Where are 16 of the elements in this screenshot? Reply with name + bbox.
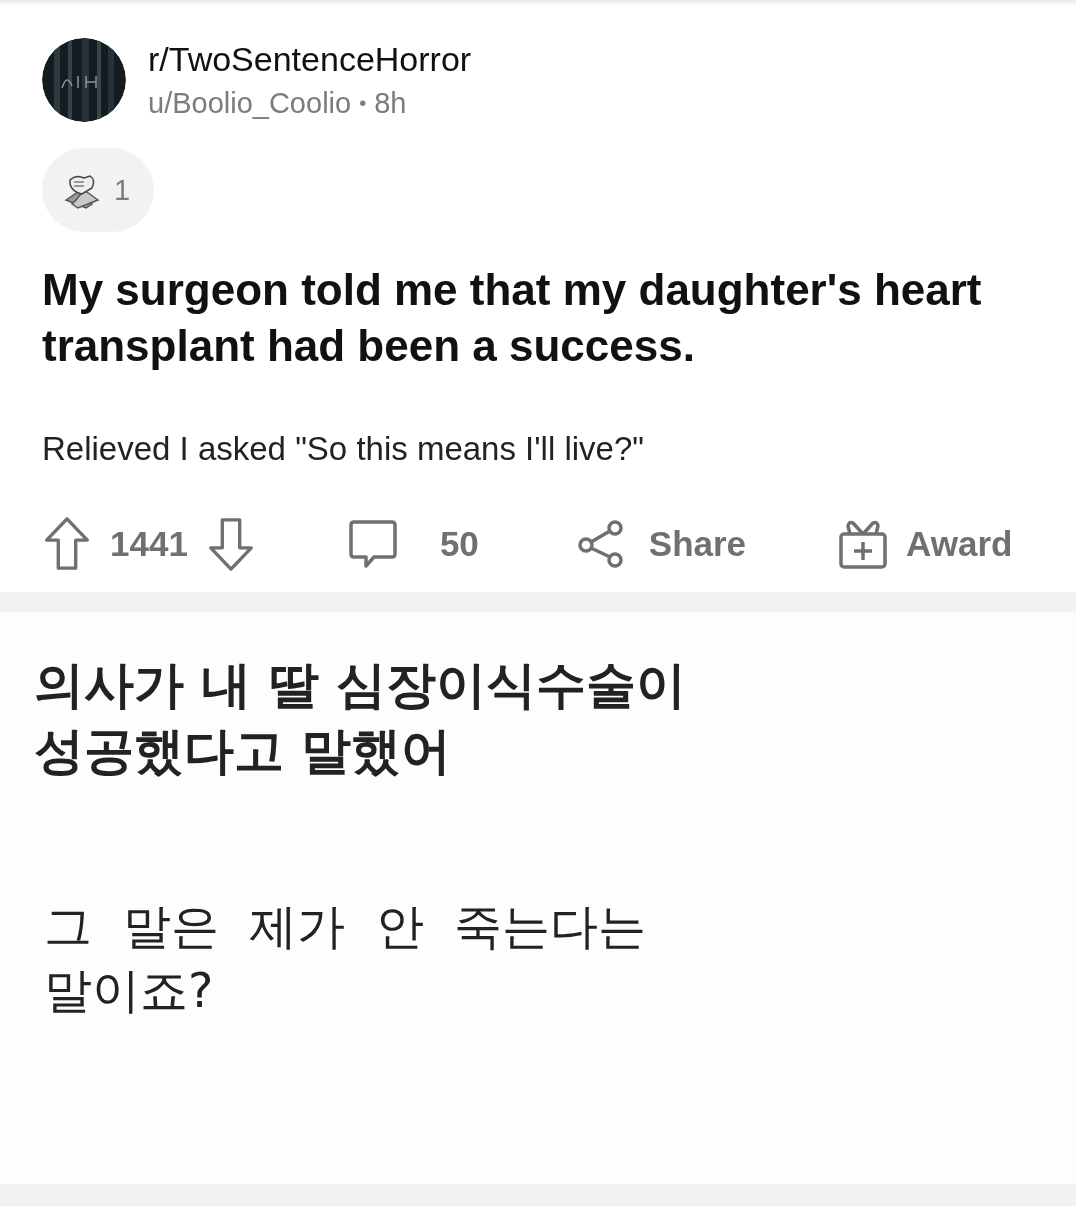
vote-count: 1441 (110, 524, 188, 564)
award-button[interactable]: Award (838, 518, 1013, 570)
post-age: 8h (374, 87, 407, 120)
award-badge[interactable]: 1 (42, 148, 155, 232)
subreddit-link[interactable]: r/TwoSentenceHorror (148, 40, 472, 79)
translated-title: 의사가 내 딸 심장이식수술이 성공했다고 말했어 (34, 655, 688, 782)
post-title: My surgeon told me that my daughter's heart transplant had been a success. (42, 264, 983, 372)
post-body: Relieved I asked "So this means I'll live?" (42, 430, 645, 468)
comment-button[interactable]: 50 (347, 518, 479, 570)
separator-dot: • (359, 92, 367, 115)
comment-icon (347, 518, 398, 570)
gift-icon (838, 518, 889, 570)
translated-body: 그 말은 제가 안 죽는다는 말이죠? (43, 897, 648, 1020)
upvote-icon[interactable] (42, 515, 92, 573)
author-link[interactable]: u/Boolio_Coolio (148, 87, 352, 120)
share-button[interactable]: Share (576, 519, 747, 569)
